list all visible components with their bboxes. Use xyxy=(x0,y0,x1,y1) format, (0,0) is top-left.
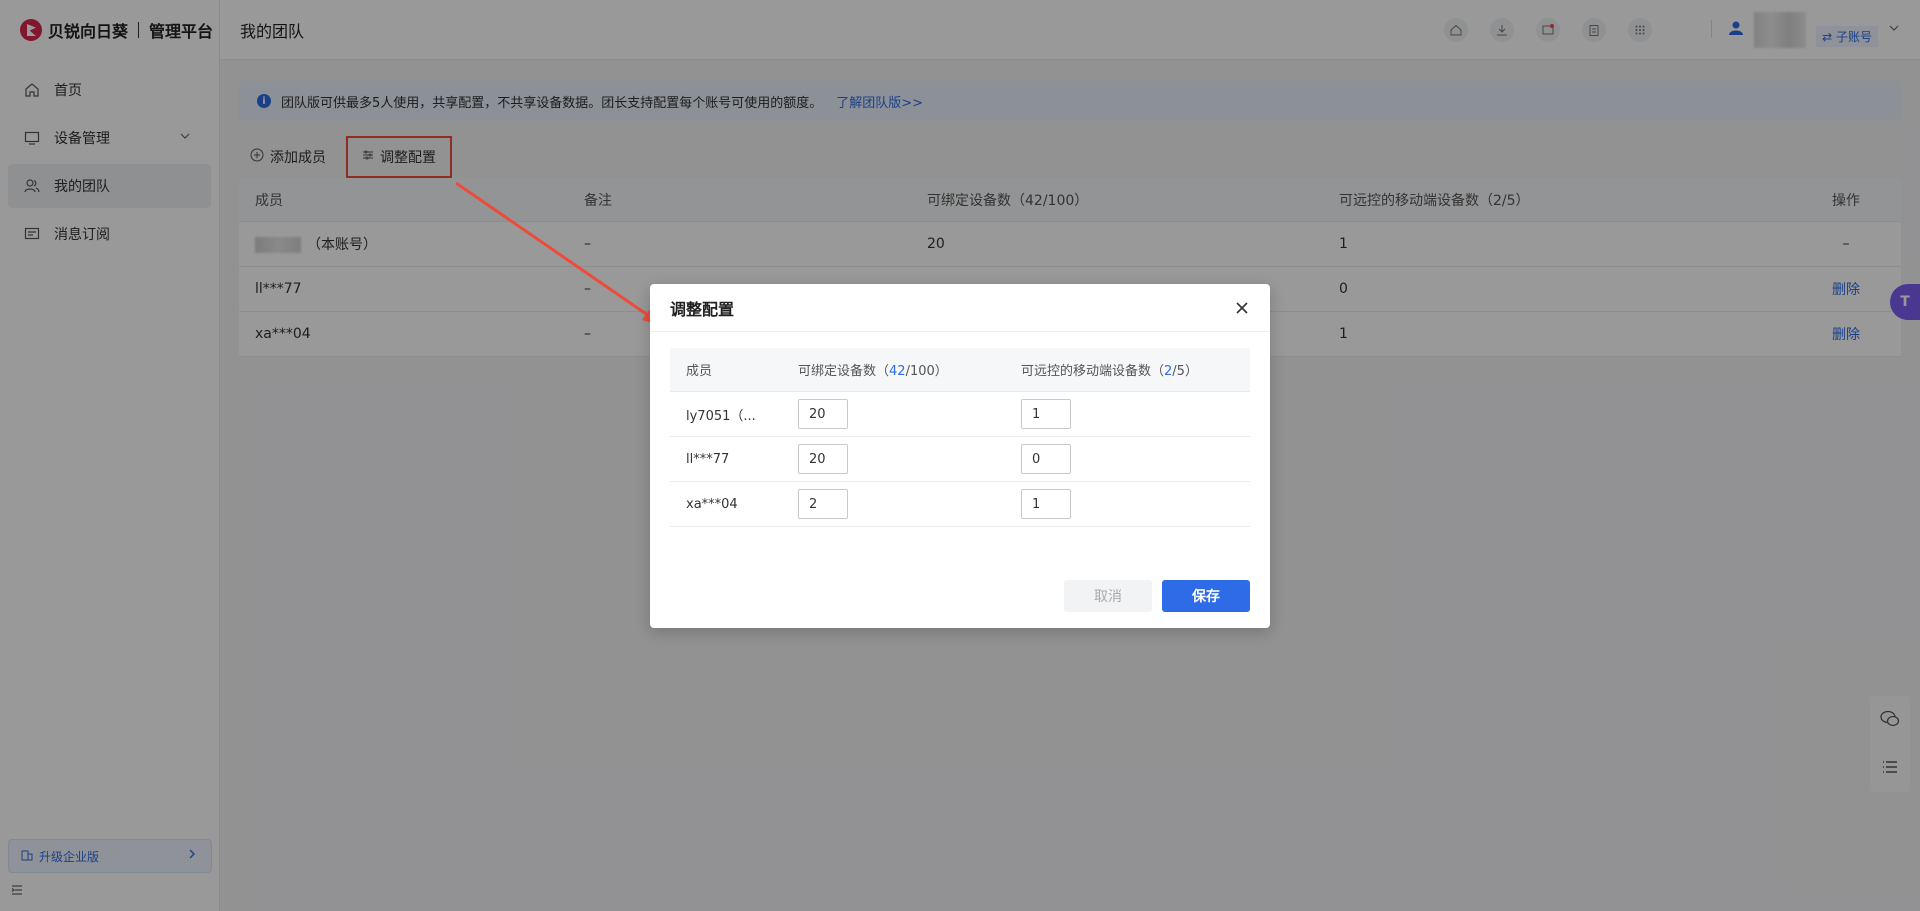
bind-cell xyxy=(798,489,1021,519)
mobile-cell xyxy=(1021,489,1250,519)
mobile-count-input[interactable] xyxy=(1021,489,1071,519)
save-button[interactable]: 保存 xyxy=(1162,580,1250,612)
close-icon[interactable] xyxy=(1232,298,1252,318)
config-row: ll***77 xyxy=(670,437,1250,482)
cancel-button[interactable]: 取消 xyxy=(1064,580,1152,612)
config-row: xa***04 xyxy=(670,482,1250,527)
bind-count-input[interactable] xyxy=(798,444,848,474)
mobile-cell xyxy=(1021,444,1250,474)
mobile-total-count: /5） xyxy=(1172,364,1198,379)
adjust-config-dialog: 调整配置 成员 可绑定设备数（42/100） 可远控的移动端设备数（2/5） l… xyxy=(650,284,1270,628)
config-table-header: 成员 可绑定设备数（42/100） 可远控的移动端设备数（2/5） xyxy=(670,348,1250,392)
bind-cell xyxy=(798,399,1021,429)
bind-used-count: 42 xyxy=(889,364,906,379)
mobile-count-input[interactable] xyxy=(1021,444,1071,474)
mobile-header-prefix: 可远控的移动端设备数（ xyxy=(1021,364,1165,379)
column-header: 可远控的移动端设备数（2/5） xyxy=(1021,360,1250,379)
bind-header-prefix: 可绑定设备数（ xyxy=(798,364,890,379)
dialog-title: 调整配置 xyxy=(670,299,735,319)
mobile-cell xyxy=(1021,399,1250,429)
bind-count-input[interactable] xyxy=(798,399,848,429)
dialog-footer: 取消 保存 xyxy=(1064,580,1250,612)
member-cell: ly7051（... xyxy=(686,408,756,424)
bind-cell xyxy=(798,444,1021,474)
column-header: 成员 xyxy=(686,364,713,379)
column-header: 可绑定设备数（42/100） xyxy=(798,360,1021,379)
config-table: 成员 可绑定设备数（42/100） 可远控的移动端设备数（2/5） ly7051… xyxy=(670,348,1250,527)
mobile-count-input[interactable] xyxy=(1021,399,1071,429)
dialog-header: 调整配置 xyxy=(650,284,1270,332)
config-row: ly7051（... xyxy=(670,392,1250,437)
member-cell: xa***04 xyxy=(686,496,738,512)
member-cell: ll***77 xyxy=(686,451,730,467)
bind-count-input[interactable] xyxy=(798,489,848,519)
bind-total-count: /100） xyxy=(905,364,948,379)
